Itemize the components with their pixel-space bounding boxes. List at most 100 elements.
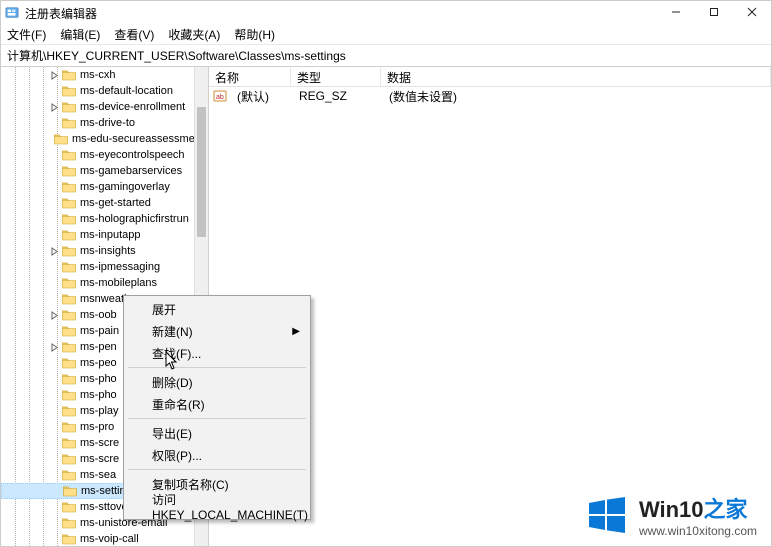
- value-type: REG_SZ: [293, 89, 383, 103]
- ctx-export[interactable]: 导出(E): [126, 422, 308, 444]
- tree-item-ms-get-started[interactable]: ms-get-started: [1, 195, 208, 211]
- tree-item-label: ms-ipmessaging: [80, 261, 160, 273]
- maximize-button[interactable]: [695, 1, 733, 23]
- tree-item-label: ms-voip-call: [80, 533, 139, 545]
- tree-item-ms-device-enrollment[interactable]: ms-device-enrollment: [1, 99, 208, 115]
- tree-item-ms-edu-secureassessment[interactable]: ms-edu-secureassessment: [1, 131, 208, 147]
- tree-item-label: ms-cxh: [80, 69, 115, 81]
- tree-item-ms-holographicfirstrun[interactable]: ms-holographicfirstrun: [1, 211, 208, 227]
- menubar: 文件(F) 编辑(E) 查看(V) 收藏夹(A) 帮助(H): [1, 25, 771, 45]
- tree-item-ms-eyecontrolspeech[interactable]: ms-eyecontrolspeech: [1, 147, 208, 163]
- tree-item-label: ms-drive-to: [80, 117, 135, 129]
- tree-item-label: ms-pro: [80, 421, 114, 433]
- scrollbar-thumb[interactable]: [197, 107, 206, 237]
- submenu-arrow-icon: ▶: [292, 326, 300, 337]
- folder-icon: [62, 277, 76, 289]
- tree-item-ms-inputapp[interactable]: ms-inputapp: [1, 227, 208, 243]
- expand-placeholder: [49, 278, 60, 289]
- tree-item-ms-insights[interactable]: ms-insights: [1, 243, 208, 259]
- string-value-icon: ab: [213, 89, 227, 103]
- mouse-cursor-icon: [165, 351, 179, 374]
- value-data: (数值未设置): [383, 88, 463, 105]
- menu-help[interactable]: 帮助(H): [234, 26, 275, 43]
- folder-icon: [62, 69, 76, 81]
- tree-item-label: ms-pen: [80, 341, 117, 353]
- tree-item-label: ms-holographicfirstrun: [80, 213, 189, 225]
- expand-placeholder: [49, 118, 60, 129]
- tree-item-ms-mobileplans[interactable]: ms-mobileplans: [1, 275, 208, 291]
- tree-item-label: ms-pain: [80, 325, 119, 337]
- ctx-separator: [128, 469, 306, 470]
- context-menu: 展开 新建(N)▶ 查找(F)... 删除(D) 重命名(R) 导出(E) 权限…: [123, 295, 311, 520]
- menu-edit[interactable]: 编辑(E): [60, 26, 100, 43]
- folder-icon: [62, 341, 76, 353]
- address-path: 计算机\HKEY_CURRENT_USER\Software\Classes\m…: [7, 47, 346, 64]
- folder-icon: [62, 149, 76, 161]
- expand-placeholder: [49, 150, 60, 161]
- tree-item-label: ms-pho: [80, 389, 117, 401]
- tree-item-ms-cxh[interactable]: ms-cxh: [1, 67, 208, 83]
- expand-placeholder: [49, 358, 60, 369]
- folder-icon: [62, 373, 76, 385]
- list-header: 名称 类型 数据: [209, 67, 771, 87]
- tree-item-label: ms-get-started: [80, 197, 151, 209]
- ctx-goto-hklm[interactable]: 访问 HKEY_LOCAL_MACHINE(T): [126, 495, 308, 517]
- tree-item-ms-gamebarservices[interactable]: ms-gamebarservices: [1, 163, 208, 179]
- folder-icon: [62, 309, 76, 321]
- tree-item-ms-default-location[interactable]: ms-default-location: [1, 83, 208, 99]
- expand-icon[interactable]: [49, 246, 60, 257]
- expand-placeholder: [49, 326, 60, 337]
- expand-placeholder: [49, 502, 60, 513]
- ctx-expand[interactable]: 展开: [126, 298, 308, 320]
- tree-item-label: ms-inputapp: [80, 229, 141, 241]
- menu-file[interactable]: 文件(F): [7, 26, 46, 43]
- tree-item-label: ms-insights: [80, 245, 136, 257]
- ctx-delete[interactable]: 删除(D): [126, 371, 308, 393]
- folder-icon: [62, 517, 76, 529]
- list-row[interactable]: ab (默认) REG_SZ (数值未设置): [209, 87, 771, 105]
- folder-icon: [62, 389, 76, 401]
- registry-editor-window: 注册表编辑器 文件(F) 编辑(E) 查看(V) 收藏夹(A) 帮助(H) 计算…: [0, 0, 772, 547]
- tree-item-ms-gamingoverlay[interactable]: ms-gamingoverlay: [1, 179, 208, 195]
- tree-item-label: ms-pho: [80, 373, 117, 385]
- expand-icon[interactable]: [49, 310, 60, 321]
- close-button[interactable]: [733, 1, 771, 23]
- windows-logo-icon: [585, 493, 629, 537]
- expand-placeholder: [49, 262, 60, 273]
- col-header-name[interactable]: 名称: [209, 67, 291, 86]
- col-header-data[interactable]: 数据: [381, 67, 771, 86]
- folder-icon: [62, 437, 76, 449]
- folder-icon: [62, 197, 76, 209]
- expand-placeholder: [49, 422, 60, 433]
- tree-item-label: ms-play: [80, 405, 119, 417]
- tree-item-ms-ipmessaging[interactable]: ms-ipmessaging: [1, 259, 208, 275]
- ctx-rename[interactable]: 重命名(R): [126, 393, 308, 415]
- expand-placeholder: [49, 182, 60, 193]
- watermark-url: www.win10xitong.com: [639, 524, 757, 538]
- tree-item-label: ms-peo: [80, 357, 117, 369]
- menu-view[interactable]: 查看(V): [114, 26, 154, 43]
- expand-placeholder: [49, 534, 60, 545]
- expand-placeholder: [49, 518, 60, 529]
- minimize-button[interactable]: [657, 1, 695, 23]
- watermark: Win10之家 www.win10xitong.com: [585, 492, 757, 538]
- ctx-separator: [128, 367, 306, 368]
- tree-item-ms-drive-to[interactable]: ms-drive-to: [1, 115, 208, 131]
- expand-icon[interactable]: [49, 70, 60, 81]
- tree-item-ms-voip-call[interactable]: ms-voip-call: [1, 531, 208, 546]
- menu-favorites[interactable]: 收藏夹(A): [168, 26, 220, 43]
- expand-icon[interactable]: [49, 342, 60, 353]
- folder-icon: [62, 261, 76, 273]
- folder-icon: [62, 245, 76, 257]
- ctx-new[interactable]: 新建(N)▶: [126, 320, 308, 342]
- address-bar[interactable]: 计算机\HKEY_CURRENT_USER\Software\Classes\m…: [1, 45, 771, 67]
- expand-icon[interactable]: [49, 102, 60, 113]
- folder-icon: [62, 501, 76, 513]
- watermark-brand-b: 之家: [704, 497, 748, 522]
- value-name: (默认): [231, 88, 293, 105]
- regedit-icon: [5, 6, 19, 20]
- col-header-type[interactable]: 类型: [291, 67, 381, 86]
- ctx-find[interactable]: 查找(F)...: [126, 342, 308, 364]
- window-title: 注册表编辑器: [25, 5, 767, 22]
- ctx-permissions[interactable]: 权限(P)...: [126, 444, 308, 466]
